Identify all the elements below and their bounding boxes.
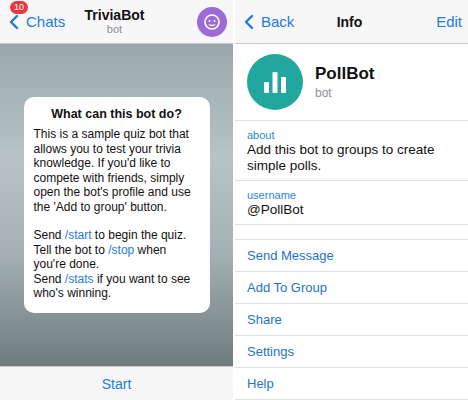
card-text: Send (34, 228, 65, 242)
action-item[interactable]: Send Message (235, 240, 468, 272)
back-label: Back (261, 13, 294, 30)
action-item[interactable]: Add To Group (235, 272, 468, 304)
field-value: Add this bot to groups to create simple … (247, 142, 456, 174)
action-item[interactable]: Help (235, 368, 468, 400)
action-list: Send MessageAdd To GroupShareSettingsHel… (235, 239, 468, 400)
card-line: Send /start to begin the quiz. Tell the … (34, 228, 200, 272)
bot-avatar[interactable] (197, 7, 227, 37)
profile-name: PollBot (315, 64, 375, 84)
command-link[interactable]: /stop (108, 243, 134, 257)
chat-title: TriviaBotbot (85, 7, 145, 36)
chat-panel: Chats10 TriviaBotbot What can this bot do?… (0, 0, 233, 400)
bottom-bar: Start (0, 366, 233, 400)
back-button[interactable]: Back (237, 10, 294, 34)
title: Info (337, 14, 363, 30)
bar-chart-icon (261, 69, 289, 95)
command-link[interactable]: /start (65, 228, 92, 242)
card-title: What can this bot do? (34, 107, 200, 121)
chevron-left-icon (237, 10, 261, 34)
field-label: about (247, 128, 456, 142)
action-item[interactable]: Settings (235, 336, 468, 368)
card-paragraph: Send /start to begin the quiz. Tell the … (34, 228, 200, 301)
card-line: This is a sample quiz bot that allows yo… (34, 127, 200, 214)
command-link[interactable]: /stats (65, 272, 94, 286)
info-fields: aboutAdd this bot to groups to create si… (235, 120, 468, 225)
unread-badge: 10 (10, 1, 28, 14)
edit-button[interactable]: Edit (436, 13, 462, 30)
wallpaper: What can this bot do? This is a sample qu… (0, 44, 233, 366)
start-button[interactable]: Start (102, 376, 132, 392)
nav-bar: Back Info Edit (235, 0, 468, 44)
profile-avatar (247, 54, 303, 110)
bot-info-card: What can this bot do? This is a sample qu… (24, 97, 210, 313)
screen: Chats10TriviaBotbotWhat can this bot do?… (0, 0, 468, 400)
card-text: Send (34, 272, 65, 286)
back-label: Chats (26, 13, 65, 30)
info-panel: Back Info Edit PollBot bot aboutAdd this bot … (235, 0, 468, 400)
profile-subtitle: bot (315, 86, 375, 100)
bot-face-icon (203, 13, 221, 31)
card-text: This is a sample quiz bot that allows yo… (34, 127, 191, 214)
info-field: username@PollBot (235, 180, 468, 224)
field-label: username (247, 188, 456, 202)
action-item[interactable]: Share (235, 304, 468, 336)
nav-bar: Chats10 TriviaBotbot (0, 0, 233, 44)
subtitle: bot (107, 23, 122, 36)
card-paragraph: This is a sample quiz bot that allows yo… (34, 127, 200, 214)
field-value: @PollBot (247, 202, 456, 218)
card-line: Send /stats if you want to see who's win… (34, 272, 200, 301)
info-field: aboutAdd this bot to groups to create si… (235, 120, 468, 180)
title: TriviaBot (85, 7, 145, 23)
back-button[interactable]: Chats10 (2, 10, 65, 34)
profile-header: PollBot bot (235, 44, 468, 120)
